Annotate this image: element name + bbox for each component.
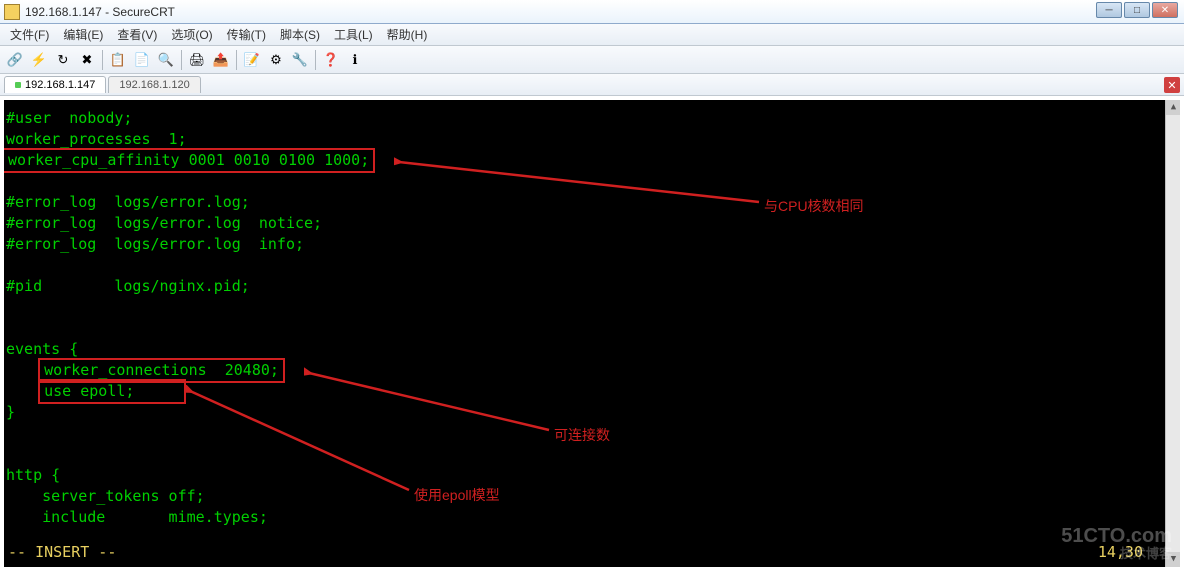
log-icon[interactable]: 📝 [241,49,263,71]
scroll-down-icon[interactable]: ▼ [1166,552,1180,567]
scrollbar[interactable]: ▲ ▼ [1165,100,1180,567]
tab-label: 192.168.1.120 [119,79,189,91]
reconnect-icon[interactable]: ↻ [52,49,74,71]
line-user: #user nobody; [6,109,132,127]
line-epoll: use epoll; [44,382,134,400]
menu-view[interactable]: 查看(V) [111,24,163,45]
separator [102,50,103,70]
tabbar: 192.168.1.147 192.168.1.120 ✕ [0,74,1184,96]
menu-help[interactable]: 帮助(H) [381,24,434,45]
help-icon[interactable]: ❓ [320,49,342,71]
menu-edit[interactable]: 编辑(E) [57,24,109,45]
separator [236,50,237,70]
menu-options[interactable]: 选项(O) [165,24,218,45]
about-icon[interactable]: ℹ [344,49,366,71]
connect-icon[interactable]: 🔗 [4,49,26,71]
line-events-close: } [6,403,15,421]
send-icon[interactable]: 📤 [210,49,232,71]
terminal-container: #user nobody; worker_processes 1; worker… [0,96,1184,571]
app-icon [4,4,20,20]
menu-transfer[interactable]: 传输(T) [221,24,272,45]
tab-session-2[interactable]: 192.168.1.120 [108,76,200,93]
vim-mode: -- INSERT -- [8,543,116,561]
menu-script[interactable]: 脚本(S) [274,24,326,45]
line-errorlog3: #error_log logs/error.log info; [6,235,304,253]
minimize-button[interactable]: ─ [1096,2,1122,18]
close-all-tabs-button[interactable]: ✕ [1164,77,1180,93]
print-icon[interactable]: 🖨 [186,49,208,71]
window-title: 192.168.1.147 - SecureCRT [25,5,175,19]
copy-icon[interactable]: 📋 [107,49,129,71]
quick-connect-icon[interactable]: ⚡ [28,49,50,71]
tab-session-1[interactable]: 192.168.1.147 [4,76,106,93]
find-icon[interactable]: 🔍 [155,49,177,71]
line-errorlog2: #error_log logs/error.log notice; [6,214,322,232]
highlight-cpu-affinity: worker_cpu_affinity 0001 0010 0100 1000; [4,148,375,173]
separator [181,50,182,70]
line-include: include mime.types; [6,508,268,526]
line-errorlog1: #error_log logs/error.log; [6,193,250,211]
line-worker-processes: worker_processes 1; [6,130,187,148]
paste-icon[interactable]: 📄 [131,49,153,71]
line-events: events { [6,340,78,358]
highlight-epoll: use epoll; [38,379,186,404]
annotation-cpu: 与CPU核数相同 [764,196,864,217]
line-http: http { [6,466,60,484]
annotation-connections: 可连接数 [554,425,610,446]
line-pid: #pid logs/nginx.pid; [6,277,250,295]
options-icon[interactable]: ⚙ [265,49,287,71]
close-button[interactable]: ✕ [1152,2,1178,18]
vim-cursor-pos: 14,30 [1098,542,1143,563]
separator [315,50,316,70]
menubar: 文件(F) 编辑(E) 查看(V) 选项(O) 传输(T) 脚本(S) 工具(L… [0,24,1184,46]
line-cpu-affinity: worker_cpu_affinity 0001 0010 0100 1000; [8,151,369,169]
scroll-up-icon[interactable]: ▲ [1166,100,1180,115]
toolbar: 🔗 ⚡ ↻ ✖ 📋 📄 🔍 🖨 📤 📝 ⚙ 🔧 ❓ ℹ [0,46,1184,74]
vim-status-line: -- INSERT -- 14,30 [6,542,1163,563]
terminal[interactable]: #user nobody; worker_processes 1; worker… [4,100,1180,567]
titlebar: 192.168.1.147 - SecureCRT ─ □ ✕ [0,0,1184,24]
maximize-button[interactable]: □ [1124,2,1150,18]
active-marker-icon [15,82,21,88]
line-connections: worker_connections 20480; [44,361,279,379]
line-server-tokens: server_tokens off; [6,487,205,505]
window-controls: ─ □ ✕ [1096,2,1178,18]
menu-tools[interactable]: 工具(L) [328,24,379,45]
menu-file[interactable]: 文件(F) [4,24,55,45]
tab-label: 192.168.1.147 [25,79,95,91]
disconnect-icon[interactable]: ✖ [76,49,98,71]
code-content: #user nobody; worker_processes 1; worker… [4,100,1180,536]
settings-icon[interactable]: 🔧 [289,49,311,71]
annotation-epoll: 使用epoll模型 [414,485,500,506]
